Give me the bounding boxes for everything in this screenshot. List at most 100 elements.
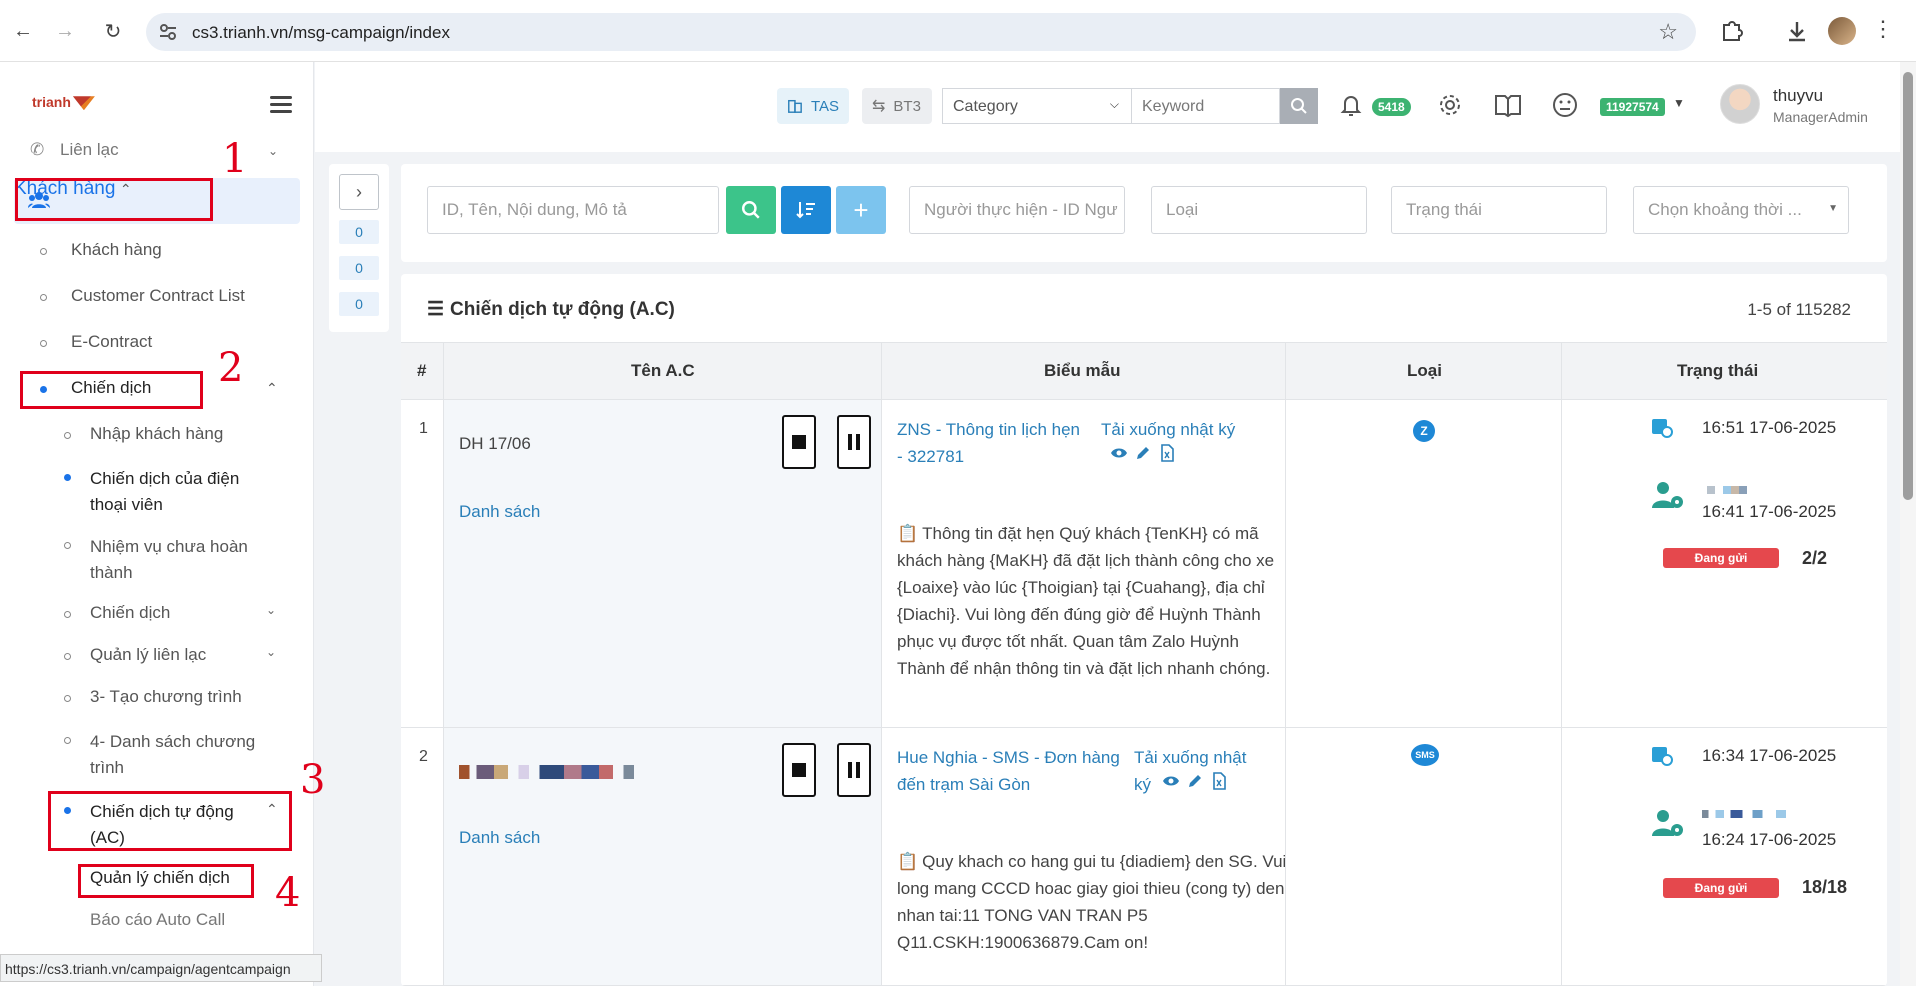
tas-label: TAS [810,97,839,115]
sms-icon: SMS [1411,744,1439,766]
column-header-name: Tên A.C [631,361,695,380]
sidebar-item-bao-cao-auto-call[interactable]: Báo cáo Auto Call [0,910,313,940]
sidebar-item-danh-sach-chuong-trinh[interactable]: 4- Danh sách chương trình [0,729,313,783]
redacted-campaign-name-image [459,765,634,779]
sidebar-item-khach-hang[interactable]: Khách hàng [0,240,313,270]
circle-bullet-icon [40,340,47,347]
back-arrow-icon[interactable]: ← [8,16,38,46]
edit-icon[interactable] [1186,772,1204,790]
sidebar-item-label: Liên lạc [60,140,119,159]
pause-button[interactable] [837,743,871,797]
user-name[interactable]: thuyvu [1773,86,1823,106]
pause-icon [848,762,860,778]
download-log-text: Tải xuống nhật [1134,748,1247,767]
progress-ratio: 18/18 [1802,877,1848,897]
annotation-box-4 [78,864,254,898]
template-content: 📋 Quy khach co hang gui tu {diadiem} den … [897,848,1289,956]
sidebar-item-chien-dich-dtv[interactable]: Chiến dịch của điện thoại viên [0,466,313,520]
template-link[interactable]: ZNS - Thông tin lịch hẹn - 322781 [897,416,1097,470]
browser-toolbar: ← → ↻ cs3.trianh.vn/msg-campaign/index ☆… [0,0,1916,62]
add-button[interactable]: + [836,186,886,234]
list-link[interactable]: Danh sách [459,828,540,848]
search-icon [1291,98,1307,114]
search-icon [742,201,760,219]
avatar[interactable] [1720,84,1760,124]
tas-button[interactable]: TAS [777,88,849,124]
list-icon: ☰ [427,299,445,320]
hamburger-menu-icon[interactable] [270,96,292,114]
stop-button[interactable] [782,415,816,469]
search-button[interactable] [726,186,776,234]
status-filter-input[interactable]: Trạng thái [1391,186,1607,234]
status-badge: Đang gửi [1663,548,1779,568]
notification-count-badge: 5418 [1372,98,1411,116]
bookmark-star-icon[interactable]: ☆ [1658,19,1678,45]
time-range-select[interactable]: Chọn khoảng thời ... ▼ [1633,186,1849,234]
excel-icon[interactable] [1158,444,1176,462]
eye-icon[interactable] [1110,444,1128,462]
circle-bullet-icon [64,653,71,660]
campaign-name: DH 17/06 [459,434,531,453]
sidebar-item-label: Báo cáo Auto Call [90,910,226,929]
table-header: # Tên A.C Biểu mẫu Loại Trạng thái [401,342,1887,400]
download-icon[interactable] [1782,16,1812,46]
template-link[interactable]: Hue Nghia - SMS - Đơn hàng đến trạm Sài G… [897,744,1129,798]
sidebar-item-nhiem-vu[interactable]: Nhiệm vụ chưa hoàn thành [0,534,313,588]
url-text[interactable]: cs3.trianh.vn/msg-campaign/index [192,23,450,43]
reload-icon[interactable]: ↻ [98,16,128,46]
search-input[interactable]: ID, Tên, Nội dung, Mô tả [427,186,719,234]
template-content-text: Thông tin đặt hẹn Quý khách {TenKH} có m… [897,524,1275,678]
logo[interactable]: trianh [32,94,95,111]
sidebar-item-chien-dich-sub[interactable]: Chiến dịch ⌄ [0,603,313,633]
book-icon[interactable] [1493,90,1523,120]
bell-icon[interactable] [1336,90,1366,120]
sidebar-item-tao-chuong-trinh[interactable]: 3- Tạo chương trình [0,687,313,717]
circle-bullet-icon [64,432,71,439]
table-row: 1 DH 17/06 Danh sách ZNS - Thông tin lịc… [401,400,1887,728]
gear-icon[interactable] [1435,90,1465,120]
keyword-search-button[interactable] [1280,88,1318,124]
sidebar-item-quan-ly-lien-lac[interactable]: Quản lý liên lạc ⌄ [0,645,313,675]
sidebar-item-nhap-khach-hang[interactable]: Nhập khách hàng [0,424,313,454]
calendar-clock-icon [1652,419,1673,438]
download-log-link[interactable]: Tải xuống nhật ký [1101,416,1251,443]
stop-button[interactable] [782,743,816,797]
smiley-icon[interactable] [1550,90,1580,120]
list-link[interactable]: Danh sách [459,502,540,522]
user-gear-icon [1652,810,1683,836]
chevron-down-icon: ⌄ [268,144,279,158]
forward-arrow-icon[interactable]: → [50,16,80,46]
column-header-status: Trạng thái [1677,361,1759,380]
eye-icon[interactable] [1162,772,1180,790]
type-filter-input[interactable]: Loại [1151,186,1367,234]
browser-menu-icon[interactable]: ⋮ [1872,16,1894,42]
sidebar-item-lien-lac[interactable]: ✆ Liên lạc ⌄ [0,138,313,168]
scrollbar-thumb[interactable] [1903,72,1913,500]
extensions-icon[interactable] [1716,16,1746,46]
balance-badge[interactable]: 11927574 [1600,98,1665,116]
caret-down-icon[interactable]: ▼ [1673,96,1685,110]
circle-bullet-icon [64,737,71,744]
campaign-table-card: ☰ Chiến dịch tự động (A.C) 1-5 of 115282 … [401,274,1887,986]
chevron-up-icon: ⌃ [266,380,278,396]
bt3-button[interactable]: ⇆ BT3 [862,88,932,124]
sort-button[interactable] [781,186,831,234]
stop-icon [792,763,806,777]
logo-text: trianh [32,94,71,110]
edit-icon[interactable] [1134,444,1152,462]
row-number: 1 [419,420,428,437]
site-settings-icon[interactable] [158,22,178,42]
time-placeholder: Chọn khoảng thời ... [1648,200,1802,219]
sidebar-item-e-contract[interactable]: E-Contract [0,332,313,362]
pause-button[interactable] [837,415,871,469]
browser-profile-avatar[interactable] [1828,17,1856,45]
expand-panel-button[interactable]: › [339,174,379,210]
agent-filter-input[interactable]: Người thực hiện - ID Ngư [909,186,1125,234]
address-bar[interactable]: cs3.trianh.vn/msg-campaign/index ☆ [146,13,1696,51]
keyword-input[interactable]: Keyword [1132,88,1280,124]
excel-icon[interactable] [1210,772,1228,790]
table-row: 2 Danh sách Hue Nghia - SMS - Đơn hàng đế… [401,728,1887,986]
template-name: Hue Nghia - SMS - Đơn hàng [897,748,1120,767]
category-select[interactable]: Category ⌵ [942,88,1132,124]
sidebar-item-customer-contract-list[interactable]: Customer Contract List [0,286,313,316]
